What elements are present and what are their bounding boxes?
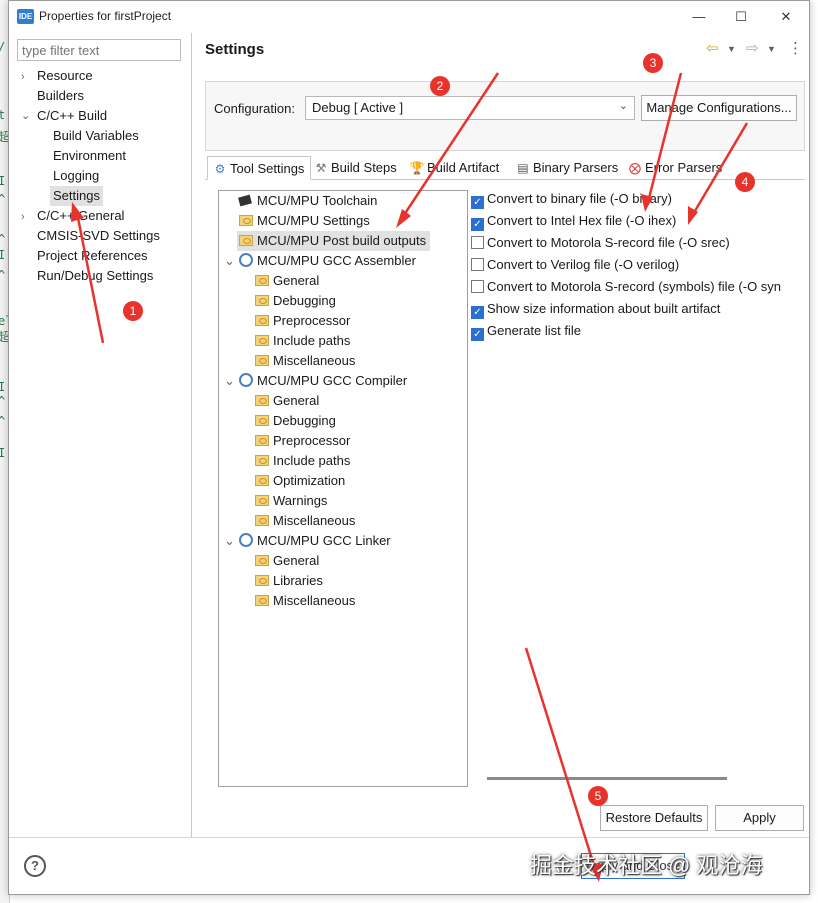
annotation-badge: 4: [735, 172, 755, 192]
annotation-badge: 5: [588, 786, 608, 806]
annotation-arrow: [646, 72, 683, 203]
annotation-badge: 3: [643, 53, 663, 73]
watermark: 掘金技术社区 @ 观沧海: [530, 853, 763, 878]
annotation-arrows: [71, 72, 749, 882]
annotation-badge: 2: [430, 76, 450, 96]
annotation-arrow-head: [396, 209, 411, 228]
annotation-arrow-head: [641, 194, 653, 212]
annotation-arrow: [400, 72, 500, 219]
annotation-arrow: [75, 212, 105, 344]
annotation-arrow-head: [71, 202, 84, 222]
annotation-arrow: [690, 122, 749, 217]
annotation-arrow: [524, 647, 598, 873]
annotation-badge: 1: [123, 301, 143, 321]
